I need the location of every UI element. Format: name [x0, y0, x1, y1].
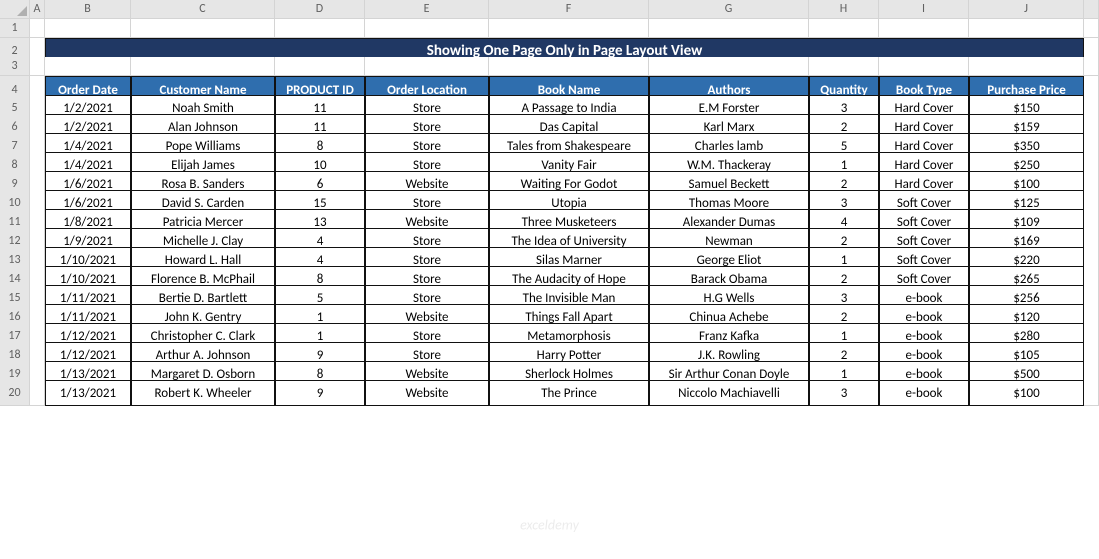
cell-empty[interactable]: [131, 57, 275, 76]
cell-empty[interactable]: [45, 19, 131, 38]
col-header-I[interactable]: I: [879, 0, 969, 19]
cell-empty[interactable]: [275, 57, 365, 76]
col-header-D[interactable]: D: [275, 0, 365, 19]
table-cell[interactable]: Niccolo Machiavelli: [649, 380, 809, 406]
cell-empty[interactable]: [809, 19, 879, 38]
cell-A20[interactable]: [30, 380, 45, 406]
watermark: exceldemy: [520, 517, 579, 534]
cell-empty[interactable]: [1084, 57, 1099, 76]
cell-empty[interactable]: [275, 19, 365, 38]
cell-empty[interactable]: [969, 19, 1084, 38]
cell-empty[interactable]: [30, 57, 45, 76]
row-header-1[interactable]: 1: [0, 19, 30, 38]
cell-empty[interactable]: [365, 19, 489, 38]
col-header-B[interactable]: B: [45, 0, 131, 19]
cell-empty[interactable]: [879, 57, 969, 76]
cell-empty[interactable]: [969, 57, 1084, 76]
cell-overflow-20[interactable]: [1084, 380, 1099, 406]
cell-empty[interactable]: [489, 19, 649, 38]
table-cell[interactable]: The Prince: [489, 380, 649, 406]
table-cell[interactable]: Robert K. Wheeler: [131, 380, 275, 406]
cell-empty[interactable]: [809, 57, 879, 76]
col-header-C[interactable]: C: [131, 0, 275, 19]
select-all-corner[interactable]: [0, 0, 30, 19]
cell-empty[interactable]: [879, 19, 969, 38]
cell-empty[interactable]: [131, 19, 275, 38]
cell-empty[interactable]: [489, 57, 649, 76]
col-header-J[interactable]: J: [969, 0, 1084, 19]
table-cell[interactable]: $100: [969, 380, 1084, 406]
table-cell[interactable]: e-book: [879, 380, 969, 406]
table-cell[interactable]: 1/13/2021: [45, 380, 131, 406]
table-cell[interactable]: Website: [365, 380, 489, 406]
cell-empty[interactable]: [1084, 19, 1099, 38]
col-header-E[interactable]: E: [365, 0, 489, 19]
col-header-F[interactable]: F: [489, 0, 649, 19]
col-header-G[interactable]: G: [649, 0, 809, 19]
cell-empty[interactable]: [649, 19, 809, 38]
col-header-overflow[interactable]: [1084, 0, 1099, 19]
cell-empty[interactable]: [45, 57, 131, 76]
spreadsheet-grid[interactable]: ABCDEFGHIJ12Showing One Page Only in Pag…: [0, 0, 1099, 399]
cell-empty[interactable]: [30, 19, 45, 38]
table-cell[interactable]: 3: [809, 380, 879, 406]
cell-empty[interactable]: [365, 57, 489, 76]
row-header-3[interactable]: 3: [0, 57, 30, 76]
cell-empty[interactable]: [649, 57, 809, 76]
table-cell[interactable]: 9: [275, 380, 365, 406]
row-header-20[interactable]: 20: [0, 380, 30, 406]
col-header-H[interactable]: H: [809, 0, 879, 19]
col-header-A[interactable]: A: [30, 0, 45, 19]
